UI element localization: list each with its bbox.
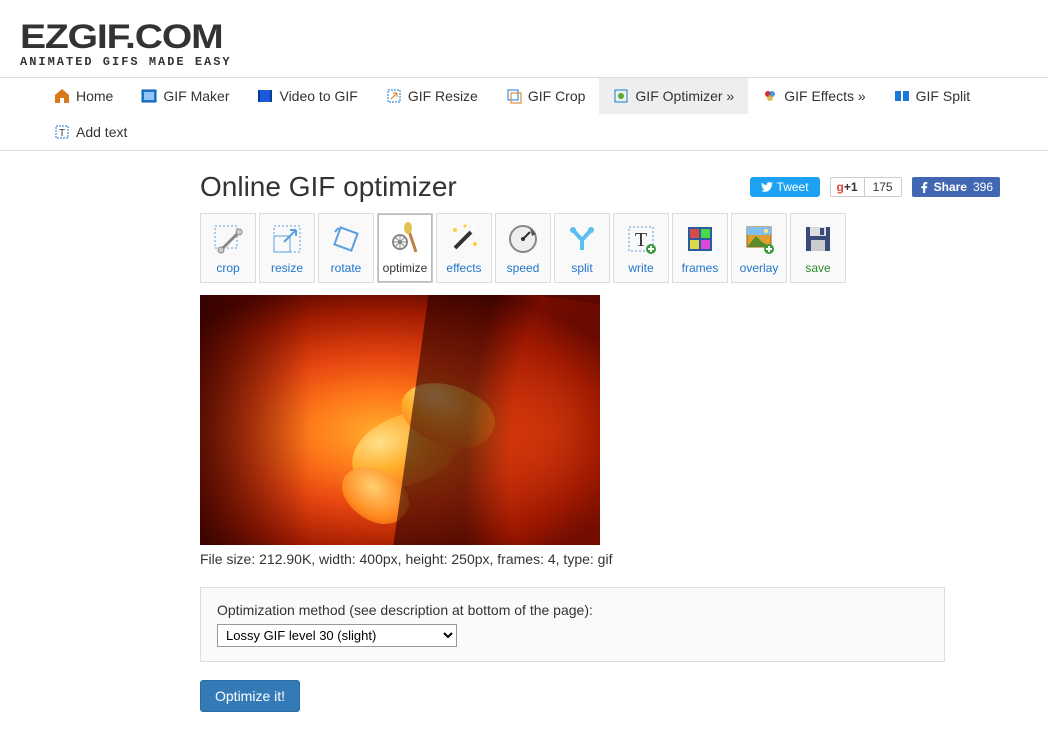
nav-gif-effects[interactable]: GIF Effects » [748,78,879,114]
site-logo[interactable]: EZGIF.COM ANIMATED GIFS MADE EASY [0,0,1048,77]
optimize-tool-icon [387,221,423,257]
file-info: File size: 212.90K, width: 400px, height… [200,551,1000,567]
tool-frames[interactable]: frames [672,213,728,283]
frames-tool-icon [682,221,718,257]
tool-save[interactable]: save [790,213,846,283]
fb-share-count: 396 [973,180,993,194]
main-nav: Home GIF Maker Video to GIF GIF Resize G… [0,77,1048,151]
tool-rotate[interactable]: rotate [318,213,374,283]
twitter-icon [761,181,773,193]
tweet-button[interactable]: Tweet [750,177,820,197]
rotate-tool-icon [328,221,364,257]
overlay-tool-icon [741,221,777,257]
nav-add-text[interactable]: T Add text [40,114,141,150]
nav-home[interactable]: Home [40,78,127,114]
crop-tool-icon [210,221,246,257]
tool-write[interactable]: T write [613,213,669,283]
split-icon [894,88,910,104]
page-title: Online GIF optimizer [200,171,457,203]
optimization-label: Optimization method (see description at … [217,602,928,618]
save-tool-icon [800,221,836,257]
svg-text:T: T [635,229,647,251]
nav-gif-crop[interactable]: GIF Crop [492,78,600,114]
tool-crop[interactable]: crop [200,213,256,283]
tool-split[interactable]: split [554,213,610,283]
maker-icon [141,88,157,104]
write-tool-icon: T [623,221,659,257]
crop-icon [506,88,522,104]
gplus-count: 175 [864,178,901,196]
nav-gif-maker[interactable]: GIF Maker [127,78,243,114]
nav-gif-optimizer[interactable]: GIF Optimizer » [599,78,748,114]
resize-tool-icon [269,221,305,257]
facebook-icon [919,182,930,193]
optimization-panel: Optimization method (see description at … [200,587,945,662]
effects-icon [762,88,778,104]
gplus-button[interactable]: g+1 175 [830,177,902,197]
nav-gif-resize[interactable]: GIF Resize [372,78,492,114]
nav-video-to-gif[interactable]: Video to GIF [243,78,371,114]
gif-preview [200,295,600,545]
social-buttons: Tweet g+1 175 Share 396 [750,177,1000,197]
text-icon: T [54,124,70,140]
logo-subtitle: ANIMATED GIFS MADE EASY [20,55,1028,69]
home-icon [54,88,70,104]
tool-overlay[interactable]: overlay [731,213,787,283]
gplus-icon: g+1 [831,178,864,196]
svg-text:T: T [59,128,65,139]
speed-tool-icon [505,221,541,257]
tool-optimize[interactable]: optimize [377,213,433,283]
optimize-button[interactable]: Optimize it! [200,680,300,712]
toolbar: crop resize rotate optimize effects spee… [200,213,1000,283]
tool-effects[interactable]: effects [436,213,492,283]
optimization-method-select[interactable]: Lossy GIF level 30 (slight) [217,624,457,647]
logo-title: EZGIF.COM [20,18,1048,57]
tool-resize[interactable]: resize [259,213,315,283]
video-icon [257,88,273,104]
fb-share-button[interactable]: Share 396 [912,177,1000,197]
optimizer-icon [613,88,629,104]
effects-tool-icon [446,221,482,257]
tool-speed[interactable]: speed [495,213,551,283]
nav-gif-split[interactable]: GIF Split [880,78,984,114]
split-tool-icon [564,221,600,257]
resize-icon [386,88,402,104]
